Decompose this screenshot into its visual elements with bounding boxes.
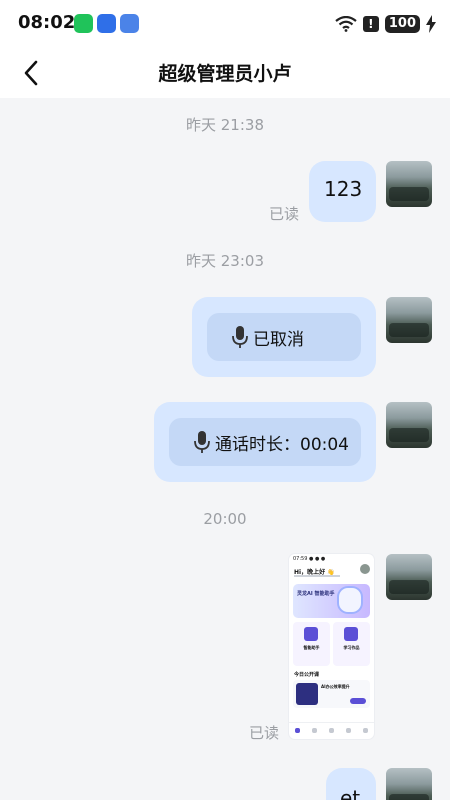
thumb-tab-bar [289, 722, 374, 738]
charging-icon [426, 15, 436, 33]
thumb-status: 07:59 ● ● ● [293, 556, 326, 562]
timestamp: 昨天 23:03 [186, 252, 264, 270]
chat-area[interactable]: 昨天 21:38 123 已读 昨天 23:03 已取消 通话时长：00:04 [0, 98, 450, 800]
thumb-card-label: 学习作品 [343, 645, 360, 650]
thumb-course-title: AI办公效率提升 [321, 684, 350, 689]
usb-icon [120, 14, 139, 33]
voice-call-pill: 已取消 [207, 313, 361, 361]
avatar[interactable] [386, 402, 432, 448]
thumb-card-label: 智能助手 [303, 645, 320, 650]
thumb-avatar [360, 564, 370, 574]
tab-icon [329, 728, 334, 733]
status-bar: 08:02 ! 100 [0, 0, 450, 48]
microphone-icon [232, 326, 248, 348]
message-bubble[interactable]: et [326, 768, 376, 800]
tab-icon [295, 728, 300, 733]
assistant-icon [304, 627, 318, 641]
thumb-course: AI办公效率提升 [293, 680, 370, 708]
alert-icon: ! [362, 16, 379, 32]
tab-icon [346, 728, 351, 733]
status-right-group: ! 100 [335, 14, 436, 34]
works-icon [344, 627, 358, 641]
voice-call-duration: 通话时长：00:04 [215, 434, 349, 455]
thumb-section-title: 今日公开课 [294, 672, 320, 678]
read-receipt: 已读 [269, 205, 300, 223]
thumb-card: 学习作品 [333, 622, 370, 666]
read-receipt: 已读 [249, 724, 280, 742]
wifi-icon [335, 16, 357, 32]
thumb-subline [294, 575, 340, 577]
status-time: 08:02 [18, 12, 76, 33]
navigation-bar: 超级管理员小卢 [0, 48, 450, 98]
avatar[interactable] [386, 768, 432, 800]
avatar[interactable] [386, 161, 432, 207]
tab-icon [312, 728, 317, 733]
message-text: et [340, 786, 361, 800]
voice-call-bubble[interactable]: 已取消 [192, 297, 376, 377]
avatar[interactable] [386, 554, 432, 600]
message-text: 123 [324, 177, 363, 201]
image-message-thumbnail[interactable]: 07:59 ● ● ● Hi，晚上好 👋 灵龙AI 智能助手 智能助手 学习作品… [289, 554, 374, 739]
avatar[interactable] [386, 297, 432, 343]
chat-title: 超级管理员小卢 [158, 63, 292, 85]
robot-icon [339, 588, 361, 612]
tab-icon [363, 728, 368, 733]
battery-indicator: 100 [384, 15, 420, 33]
course-thumbnail [296, 683, 318, 705]
voice-call-pill: 通话时长：00:04 [169, 418, 361, 466]
timestamp: 20:00 [203, 510, 247, 528]
microphone-icon [194, 431, 210, 453]
voice-call-status: 已取消 [253, 329, 304, 350]
lightbulb-app-icon [97, 14, 116, 33]
timestamp: 昨天 21:38 [186, 116, 264, 134]
voice-call-bubble[interactable]: 通话时长：00:04 [154, 402, 376, 482]
message-bubble[interactable]: 123 [309, 161, 376, 222]
message-app-icon [74, 14, 93, 33]
course-button [350, 698, 366, 704]
thumb-card: 智能助手 [293, 622, 330, 666]
thumb-banner-title: 灵龙AI 智能助手 [297, 591, 335, 597]
